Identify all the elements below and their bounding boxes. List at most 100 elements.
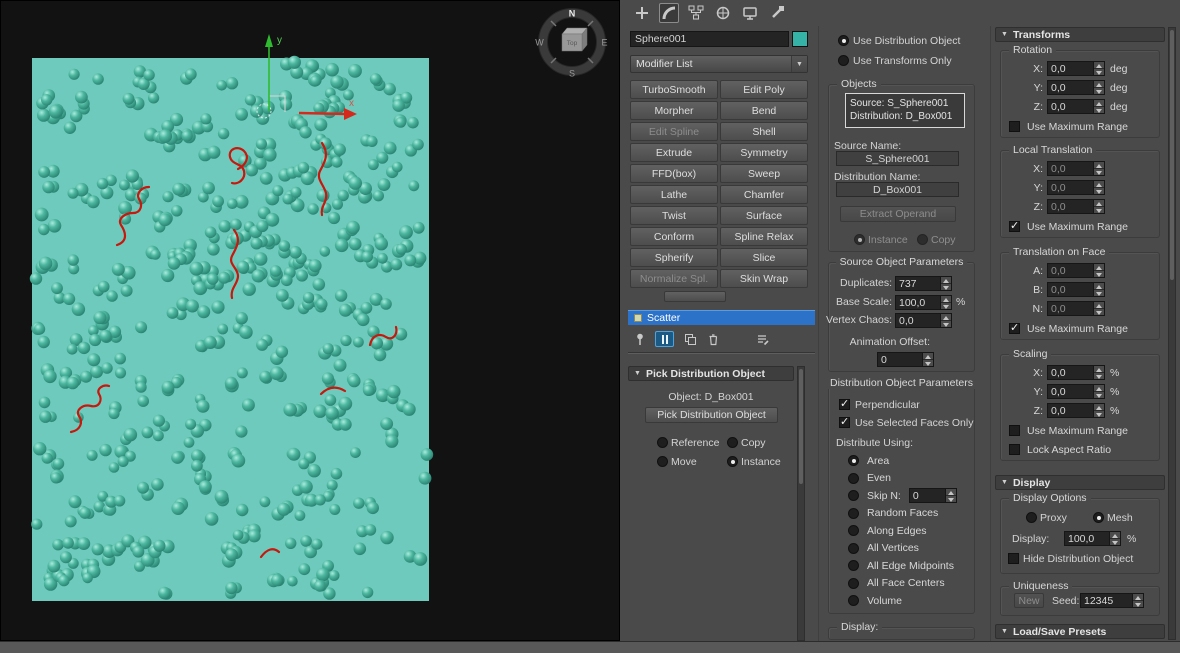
scrollbar-handle[interactable] xyxy=(799,369,803,484)
modifier-button-lathe[interactable]: Lathe xyxy=(630,185,718,204)
spinner-down-icon[interactable] xyxy=(923,360,933,366)
use-maximum-range-checkbox[interactable] xyxy=(1009,425,1020,436)
spinner-arrows[interactable] xyxy=(1093,200,1104,213)
viewport[interactable]: y x Top N E S W xyxy=(0,0,620,641)
operand-distribution[interactable]: Distribution: D_Box001 xyxy=(850,110,960,123)
rotation-y-spinner[interactable]: 0,0 xyxy=(1047,80,1105,95)
spinner-up-icon[interactable] xyxy=(1094,181,1104,188)
tab-display[interactable] xyxy=(740,3,760,23)
spinner-arrows[interactable] xyxy=(940,296,951,309)
use-distribution-object-radio[interactable] xyxy=(838,35,849,46)
load-save-presets-rollout-header[interactable]: ▼ Load/Save Presets xyxy=(995,624,1165,639)
spinner-down-icon[interactable] xyxy=(941,284,951,290)
spinner-down-icon[interactable] xyxy=(941,303,951,309)
duplicates-spinner[interactable]: 737 xyxy=(895,276,952,291)
spinner-up-icon[interactable] xyxy=(941,296,951,303)
translation-on-face-b-spinner[interactable]: 0,0 xyxy=(1047,282,1105,297)
spinner-up-icon[interactable] xyxy=(1094,162,1104,169)
spinner-up-icon[interactable] xyxy=(1094,404,1104,411)
spinner-arrows[interactable] xyxy=(1093,404,1104,417)
copy-radio[interactable] xyxy=(727,437,738,448)
perpendicular-checkbox[interactable] xyxy=(839,397,850,410)
modifier-button-extrude[interactable]: Extrude xyxy=(630,143,718,162)
random-faces-radio[interactable] xyxy=(848,507,859,519)
spinner-up-icon[interactable] xyxy=(1094,302,1104,309)
object-color-swatch[interactable] xyxy=(792,31,808,47)
display-percent-spinner[interactable]: 100,0 xyxy=(1064,531,1121,546)
spinner-up-icon[interactable] xyxy=(1094,385,1104,392)
spinner-down-icon[interactable] xyxy=(1094,373,1104,379)
spinner-arrows[interactable] xyxy=(940,314,951,327)
pin-stack-icon[interactable] xyxy=(632,332,647,347)
along-edges-radio[interactable] xyxy=(848,525,859,537)
spinner-up-icon[interactable] xyxy=(941,277,951,284)
skip-n-spinner[interactable]: 0 xyxy=(908,488,957,504)
modifier-button-slice[interactable]: Slice xyxy=(720,248,808,267)
modifier-button-spline-relax[interactable]: Spline Relax xyxy=(720,227,808,246)
modifier-button-symmetry[interactable]: Symmetry xyxy=(720,143,808,162)
spinner-up-icon[interactable] xyxy=(945,489,956,497)
scaling-x-spinner[interactable]: 0,0 xyxy=(1047,365,1105,380)
spinner-down-icon[interactable] xyxy=(1094,411,1104,417)
base-scale-spinner[interactable]: 100,0 xyxy=(895,295,952,310)
pick-distribution-object-button[interactable]: Pick Distribution Object xyxy=(645,407,778,423)
local-translation-x-spinner[interactable]: 0,0 xyxy=(1047,161,1105,176)
view-cube-compass[interactable]: Top N E S W xyxy=(534,4,610,80)
modifier-button-conform[interactable]: Conform xyxy=(630,227,718,246)
modifier-button-edit-spline[interactable]: Edit Spline xyxy=(630,122,718,141)
transforms-rollout-header[interactable]: ▼ Transforms xyxy=(995,27,1165,42)
spinner-up-icon[interactable] xyxy=(1110,532,1120,539)
area-radio[interactable] xyxy=(848,455,859,467)
spinner-arrows[interactable] xyxy=(1109,532,1120,545)
all-vertices-radio[interactable] xyxy=(848,542,859,554)
spinner-up-icon[interactable] xyxy=(1133,594,1143,601)
operand-source[interactable]: Source: S_Sphere001 xyxy=(850,97,960,110)
spinner-arrows[interactable] xyxy=(1093,302,1104,315)
spinner-up-icon[interactable] xyxy=(1094,100,1104,107)
modifier-stack-selected-row[interactable]: Scatter xyxy=(628,310,815,325)
local-translation-y-spinner[interactable]: 0,0 xyxy=(1047,180,1105,195)
modifier-button-turbosmooth[interactable]: TurboSmooth xyxy=(630,80,718,99)
proxy-radio[interactable] xyxy=(1026,512,1037,523)
spinner-up-icon[interactable] xyxy=(1094,81,1104,88)
spinner-down-icon[interactable] xyxy=(1094,207,1104,213)
modifier-button-twist[interactable]: Twist xyxy=(630,206,718,225)
modifier-button-spherify[interactable]: Spherify xyxy=(630,248,718,267)
tab-utilities[interactable] xyxy=(767,3,787,23)
spinner-arrows[interactable] xyxy=(1093,81,1104,94)
spinner-arrows[interactable] xyxy=(1093,366,1104,379)
local-translation-z-spinner[interactable]: 0,0 xyxy=(1047,199,1105,214)
modifier-list-dropdown[interactable]: Modifier List ▼ xyxy=(630,55,808,73)
spinner-down-icon[interactable] xyxy=(1094,271,1104,277)
make-unique-icon[interactable] xyxy=(682,332,697,347)
modifier-button-edit-poly[interactable]: Edit Poly xyxy=(720,80,808,99)
spinner-arrows[interactable] xyxy=(1093,181,1104,194)
modifier-button-skin-wrap[interactable]: Skin Wrap xyxy=(720,269,808,288)
spinner-arrows[interactable] xyxy=(944,489,956,503)
spinner-down-icon[interactable] xyxy=(1094,107,1104,113)
scaling-y-spinner[interactable]: 0,0 xyxy=(1047,384,1105,399)
volume-radio[interactable] xyxy=(848,595,859,607)
spinner-down-icon[interactable] xyxy=(941,321,951,327)
source-name-field[interactable]: S_Sphere001 xyxy=(836,151,959,166)
tab-motion[interactable] xyxy=(713,3,733,23)
modifier-button-sweep[interactable]: Sweep xyxy=(720,164,808,183)
spinner-down-icon[interactable] xyxy=(1110,539,1120,545)
tab-hierarchy[interactable] xyxy=(686,3,706,23)
spinner-down-icon[interactable] xyxy=(1094,290,1104,296)
spinner-up-icon[interactable] xyxy=(1094,200,1104,207)
mesh-radio[interactable] xyxy=(1093,512,1104,523)
spinner-arrows[interactable] xyxy=(922,353,933,366)
spinner-down-icon[interactable] xyxy=(945,496,956,503)
operands-list[interactable]: Source: S_Sphere001 Distribution: D_Box0… xyxy=(845,93,965,128)
spinner-arrows[interactable] xyxy=(940,277,951,290)
modifier-button-bend[interactable]: Bend xyxy=(720,101,808,120)
object-name-field[interactable]: Sphere001 xyxy=(630,31,789,47)
modifier-button-surface[interactable]: Surface xyxy=(720,206,808,225)
configure-modifier-sets-icon[interactable] xyxy=(754,332,769,347)
translation-on-face-n-spinner[interactable]: 0,0 xyxy=(1047,301,1105,316)
scaling-z-spinner[interactable]: 0,0 xyxy=(1047,403,1105,418)
modifier-button-chamfer[interactable]: Chamfer xyxy=(720,185,808,204)
modifier-button-morpher[interactable]: Morpher xyxy=(630,101,718,120)
even-radio[interactable] xyxy=(848,472,859,484)
